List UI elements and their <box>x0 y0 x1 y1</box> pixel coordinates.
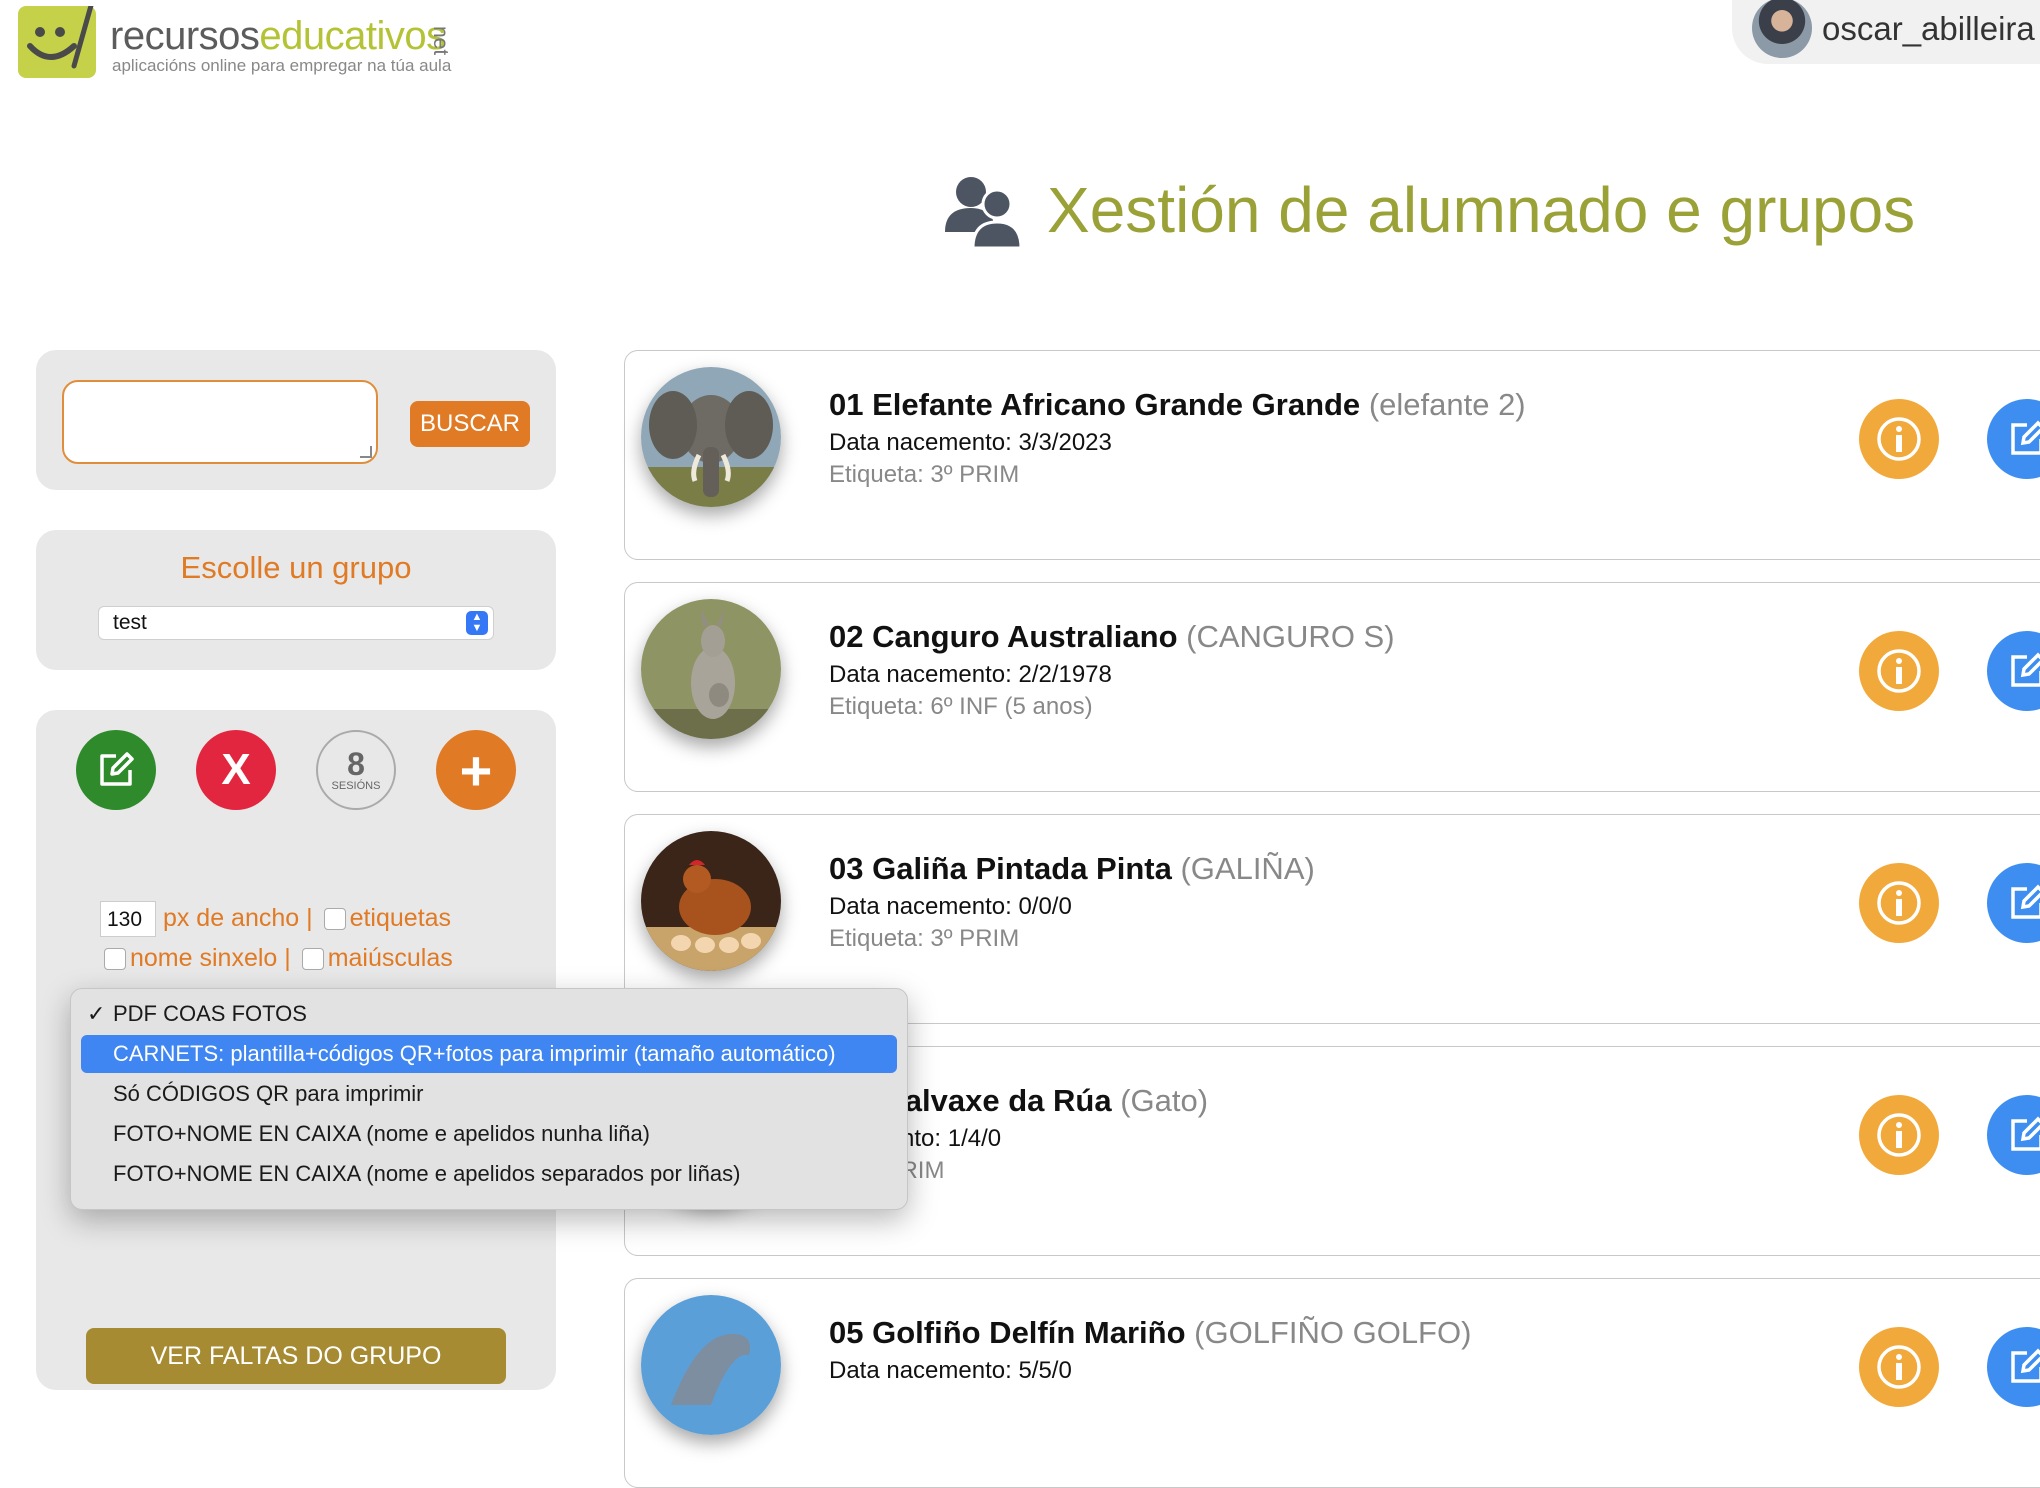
edit-icon <box>2011 1116 2040 1151</box>
student-birthdate: Data nacemento: 2/2/1978 <box>829 661 1112 688</box>
uppercase-label: maiúsculas <box>327 944 453 972</box>
student-nickname: (elefante 2) <box>1368 387 1526 422</box>
users-icon <box>945 177 1023 250</box>
student-info: 05 Golfiño Delfín Mariño (GOLFIÑO GOLFO)… <box>829 1315 1471 1385</box>
student-photo-elephant <box>641 367 781 507</box>
menu-item-qr-codes[interactable]: Só CÓDIGOS QR para imprimir <box>81 1075 897 1113</box>
checkmark-icon: ✓ <box>87 1001 106 1026</box>
search-panel: BUSCAR <box>36 350 556 490</box>
avatar <box>1752 0 1812 58</box>
student-birthdate: Data nacemento: 0/0/0 <box>829 893 1072 920</box>
student-nickname: (GOLFIÑO GOLFO) <box>1194 1315 1472 1350</box>
etiquetas-checkbox[interactable] <box>323 908 346 931</box>
student-info-button[interactable] <box>1859 863 1939 943</box>
info-icon <box>1877 417 1921 461</box>
menu-item-label: FOTO+NOME EN CAIXA (nome e apelidos sepa… <box>113 1161 741 1186</box>
search-button[interactable]: BUSCAR <box>410 401 530 447</box>
menu-item-label: PDF COAS FOTOS <box>113 1001 307 1026</box>
student-info-button[interactable] <box>1859 1327 1939 1407</box>
student-nickname: (CANGURO S) <box>1186 619 1395 654</box>
student-label: Etiqueta: 3º PRIM <box>829 461 1020 488</box>
student-info-button[interactable] <box>1859 399 1939 479</box>
edit-icon <box>100 752 134 786</box>
group-select-value: test <box>113 611 147 634</box>
view-absences-button[interactable]: VER FALTAS DO GRUPO <box>86 1328 506 1384</box>
menu-item-label: CARNETS: plantilla+códigos QR+fotos para… <box>113 1041 836 1066</box>
add-student-button[interactable]: + <box>436 730 516 810</box>
student-nickname: (Gato) <box>1120 1083 1209 1118</box>
group-select[interactable]: test ▲ ▼ <box>98 606 494 640</box>
print-format-menu: ✓ PDF COAS FOTOS CARNETS: plantilla+códi… <box>70 988 908 1210</box>
width-suffix-label: px de ancho | <box>162 904 313 932</box>
group-title: Escolle un grupo <box>180 550 412 585</box>
menu-item-label: FOTO+NOME EN CAIXA (nome e apelidos nunh… <box>113 1121 651 1146</box>
student-label: Etiqueta: 6º INF (5 anos) <box>829 693 1093 720</box>
menu-item-photo-name-separate-lines[interactable]: FOTO+NOME EN CAIXA (nome e apelidos sepa… <box>81 1155 897 1193</box>
smile-logo-icon <box>18 0 96 78</box>
logo-wordmark: recursoseducativos <box>110 14 446 58</box>
student-edit-button[interactable] <box>1987 863 2040 943</box>
student-birthdate: Data nacemento: 3/3/2023 <box>829 429 1112 456</box>
logo-tagline: aplicacións online para empregar na túa … <box>112 56 452 75</box>
student-name[interactable]: 02 Canguro Australiano (CANGURO S) <box>829 619 1395 655</box>
student-name[interactable]: 03 Galiña Pintada Pinta (GALIÑA) <box>829 851 1315 887</box>
page-title: Xestión de alumnado e grupos <box>943 170 1915 250</box>
edit-icon <box>2011 884 2040 919</box>
student-nickname: (GALIÑA) <box>1180 851 1315 886</box>
student-photo-hen <box>641 831 781 971</box>
menu-item-label: Só CÓDIGOS QR para imprimir <box>113 1081 424 1106</box>
username: oscar_abilleira <box>1822 10 2035 47</box>
print-options: 130 px de ancho | etiquetas nome sinxelo… <box>100 898 453 978</box>
menu-item-pdf-photos[interactable]: ✓ PDF COAS FOTOS <box>81 995 897 1033</box>
menu-item-photo-name-one-line[interactable]: FOTO+NOME EN CAIXA (nome e apelidos nunh… <box>81 1115 897 1153</box>
simple-name-label: nome sinxelo | <box>130 944 291 972</box>
student-info: 02 Canguro Australiano (CANGURO S) Data … <box>829 619 1395 721</box>
student-label: Etiqueta: 3º PRIM <box>829 925 1020 952</box>
photo-width-input[interactable]: 130 <box>100 901 156 938</box>
logo-tld: net <box>429 26 452 56</box>
student-edit-button[interactable] <box>1987 399 2040 479</box>
student-edit-button[interactable] <box>1987 1095 2040 1175</box>
student-card: 01 Elefante Africano Grande Grande (elef… <box>624 350 2040 560</box>
delete-group-button[interactable]: X <box>196 730 276 810</box>
site-logo[interactable]: recursoseducativos net aplicacións onlin… <box>18 0 458 80</box>
page-title-text: Xestión de alumnado e grupos <box>1047 174 1916 246</box>
student-photo-dolphin <box>641 1295 781 1435</box>
student-info-button[interactable] <box>1859 1095 1939 1175</box>
menu-item-carnets[interactable]: CARNETS: plantilla+códigos QR+fotos para… <box>81 1035 897 1073</box>
student-name[interactable]: 05 Golfiño Delfín Mariño (GOLFIÑO GOLFO) <box>829 1315 1471 1351</box>
student-edit-button[interactable] <box>1987 1327 2040 1407</box>
edit-icon <box>2011 420 2040 455</box>
edit-icon <box>2011 652 2040 687</box>
sessions-label: SESIÓNS <box>331 780 381 792</box>
select-arrows-icon: ▲ ▼ <box>466 611 488 635</box>
student-edit-button[interactable] <box>1987 631 2040 711</box>
edit-group-button[interactable] <box>76 730 156 810</box>
student-info-button[interactable] <box>1859 631 1939 711</box>
edit-icon <box>2011 1348 2040 1383</box>
group-panel: Escolle un grupo test ▲ ▼ <box>36 530 556 670</box>
user-menu[interactable]: oscar_abilleira <box>1732 0 2040 64</box>
student-birthdate: Data nacemento: 5/5/0 <box>829 1357 1072 1384</box>
student-photo-kangaroo <box>641 599 781 739</box>
simple-name-checkbox[interactable] <box>104 948 126 971</box>
info-icon <box>1877 1113 1921 1157</box>
student-card: 02 Canguro Australiano (CANGURO S) Data … <box>624 582 2040 792</box>
student-info: 01 Elefante Africano Grande Grande (elef… <box>829 387 1526 489</box>
search-input[interactable] <box>62 380 378 464</box>
info-icon <box>1877 649 1921 693</box>
sessions-count: 8 <box>347 746 365 782</box>
student-info: 03 Galiña Pintada Pinta (GALIÑA) Data na… <box>829 851 1315 953</box>
student-card: 05 Golfiño Delfín Mariño (GOLFIÑO GOLFO)… <box>624 1278 2040 1488</box>
info-icon <box>1877 881 1921 925</box>
sessions-button[interactable]: 8 SESIÓNS <box>316 730 396 810</box>
etiquetas-label: etiquetas <box>349 904 452 932</box>
student-name[interactable]: 01 Elefante Africano Grande Grande (elef… <box>829 387 1526 423</box>
info-icon <box>1877 1345 1921 1389</box>
uppercase-checkbox[interactable] <box>301 948 324 971</box>
